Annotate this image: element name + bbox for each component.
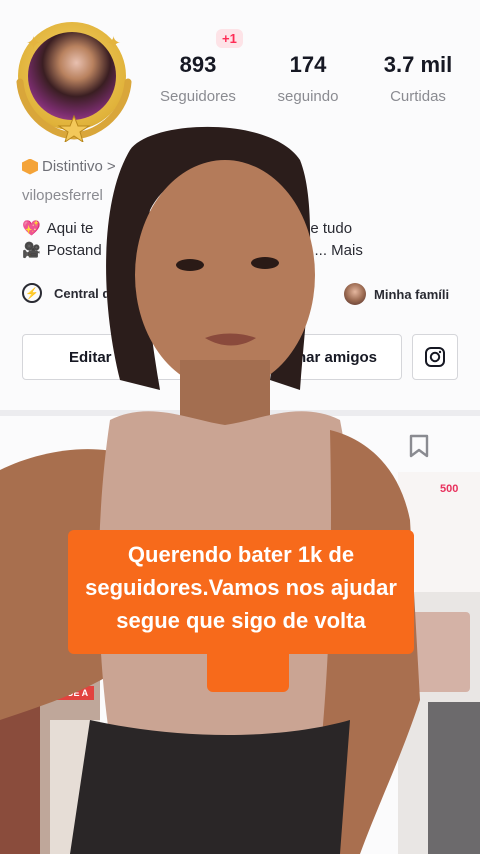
video-caption: Querendo bater 1k de seguidores.Vamos no…: [85, 542, 397, 633]
person-video: [0, 126, 420, 854]
video-overlay[interactable]: 500 SEGUE A Querendo bater 1k de seguido…: [0, 0, 480, 854]
video-caption-box: [207, 648, 289, 692]
